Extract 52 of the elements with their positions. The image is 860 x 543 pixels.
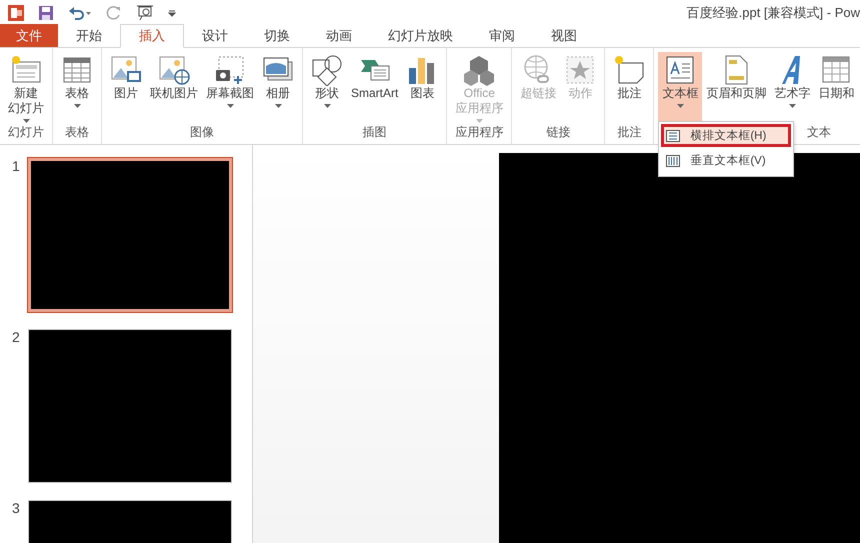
ribbon-button[interactable]: 文本框 [658, 52, 702, 123]
group-label: 幻灯片 [8, 124, 44, 141]
ribbon-button[interactable]: 图片 [106, 52, 146, 123]
slide-thumbnail[interactable] [28, 329, 232, 483]
slide-number: 2 [12, 329, 21, 347]
file-tab[interactable]: 文件 [0, 24, 58, 47]
app-logo-icon [8, 4, 24, 20]
ribbon-button[interactable]: 艺术字 [770, 52, 814, 123]
ribbon-tab[interactable]: 插入 [120, 24, 184, 48]
cubes-icon [463, 54, 496, 86]
ribbon-tab[interactable]: 开始 [58, 24, 120, 47]
menu-item[interactable]: 垂直文本框(V) [661, 149, 792, 172]
menu-item[interactable]: 横排文本框(H) [661, 124, 792, 147]
group-label: 表格 [65, 124, 89, 141]
save-icon[interactable] [38, 4, 54, 20]
group-label: 插图 [362, 124, 387, 141]
group-label: 图像 [190, 124, 214, 141]
group-label: 文本 [806, 124, 831, 141]
ribbon-button[interactable]: 页眉和页脚 [702, 52, 770, 123]
group-label: 链接 [546, 124, 570, 141]
ribbon-button[interactable]: 表格 [57, 52, 97, 123]
shapes-icon [311, 54, 343, 86]
ribbon-button[interactable]: 相册 [258, 52, 298, 123]
text-box-icon [664, 54, 696, 86]
picture-globe-icon [158, 54, 190, 86]
ribbon-button[interactable]: 形状 [307, 52, 347, 123]
undo-icon[interactable] [68, 4, 92, 20]
slide-number: 1 [12, 158, 21, 176]
slide-thumbnail[interactable] [28, 158, 232, 312]
ribbon-button[interactable]: 新建 幻灯片 [4, 52, 48, 123]
ribbon-tab[interactable]: 切换 [246, 24, 308, 47]
ribbon-button[interactable]: 日期和 [814, 52, 858, 123]
slideshow-icon[interactable] [136, 4, 154, 20]
comment-icon [613, 54, 646, 86]
ribbon-button[interactable]: 联机图片 [146, 52, 202, 123]
horizontal-text-icon [666, 130, 680, 142]
ribbon-button[interactable]: 图表 [402, 52, 442, 123]
customize-caret-icon[interactable] [168, 8, 176, 16]
vertical-text-icon [666, 154, 680, 166]
camera-icon [214, 54, 246, 86]
ribbon-tab[interactable]: 设计 [184, 24, 246, 47]
ribbon-button[interactable]: SmartArt [347, 52, 402, 123]
group-label: 应用程序 [455, 124, 504, 141]
ribbon-button[interactable]: 屏幕截图 [202, 52, 258, 123]
slide-number: 3 [12, 500, 21, 518]
window-title: 百度经验.ppt [兼容模式] - Pow [686, 4, 860, 22]
ribbon-tab[interactable]: 幻灯片放映 [370, 24, 471, 47]
ribbon-tab[interactable]: 动画 [308, 24, 370, 47]
group-label: 批注 [617, 124, 642, 141]
ribbon-tab[interactable]: 视图 [533, 24, 595, 47]
ribbon-tab[interactable]: 审阅 [471, 24, 533, 47]
ribbon-button[interactable]: 批注 [609, 52, 650, 123]
